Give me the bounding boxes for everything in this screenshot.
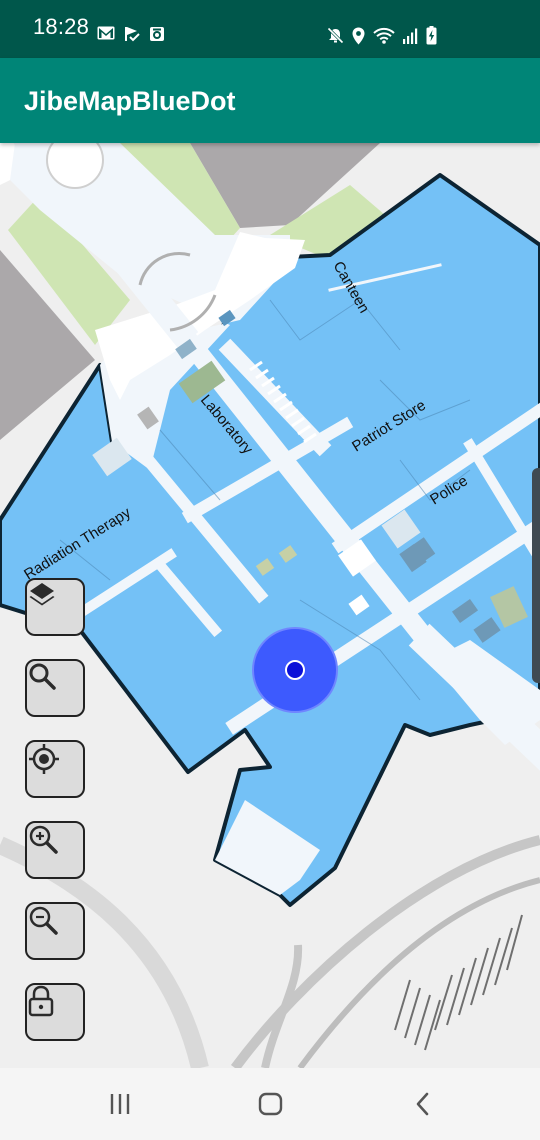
recent-apps-button[interactable] <box>108 1092 132 1116</box>
app-bar: JibeMapBlueDot <box>0 58 540 143</box>
status-time: 18:28 <box>33 14 90 39</box>
map-edge-handle[interactable] <box>532 468 540 683</box>
wifi-icon <box>373 27 395 44</box>
blue-dot[interactable] <box>285 660 305 680</box>
status-bar: 18:28 <box>0 0 540 58</box>
back-icon <box>416 1092 429 1116</box>
gmail-icon <box>97 26 115 40</box>
zoom-out-icon <box>29 906 58 935</box>
camera-app-icon <box>150 27 164 41</box>
battery-charging-icon <box>426 26 437 45</box>
indoor-map[interactable]: Canteen Laboratory Patriot Store Police … <box>0 143 540 1068</box>
home-icon <box>258 1092 283 1116</box>
lock-icon <box>28 985 54 1017</box>
back-button[interactable] <box>414 1092 432 1116</box>
app-title: JibeMapBlueDot <box>24 86 236 116</box>
lock-button[interactable] <box>25 983 85 1041</box>
search-icon <box>29 663 56 690</box>
recent-apps-icon <box>110 1094 130 1114</box>
layers-button[interactable] <box>25 578 85 636</box>
my-location-button[interactable] <box>25 740 85 798</box>
locate-icon <box>29 744 59 774</box>
zoom-out-button[interactable] <box>25 902 85 960</box>
status-notification-icons <box>97 26 165 42</box>
screen: 18:28 JibeMapBlueDot Canteen Laboratory … <box>0 0 540 1140</box>
status-system-icons <box>327 26 437 45</box>
search-button[interactable] <box>25 659 85 717</box>
location-icon <box>352 27 365 44</box>
signal-icon <box>403 28 418 44</box>
zoom-in-button[interactable] <box>25 821 85 879</box>
mute-icon <box>327 27 344 44</box>
home-button[interactable] <box>258 1092 284 1116</box>
flag-icon <box>125 27 140 42</box>
layers-icon <box>29 583 55 606</box>
plaza-circle <box>46 143 104 189</box>
zoom-in-icon <box>29 825 58 854</box>
navigation-bar <box>0 1068 540 1140</box>
